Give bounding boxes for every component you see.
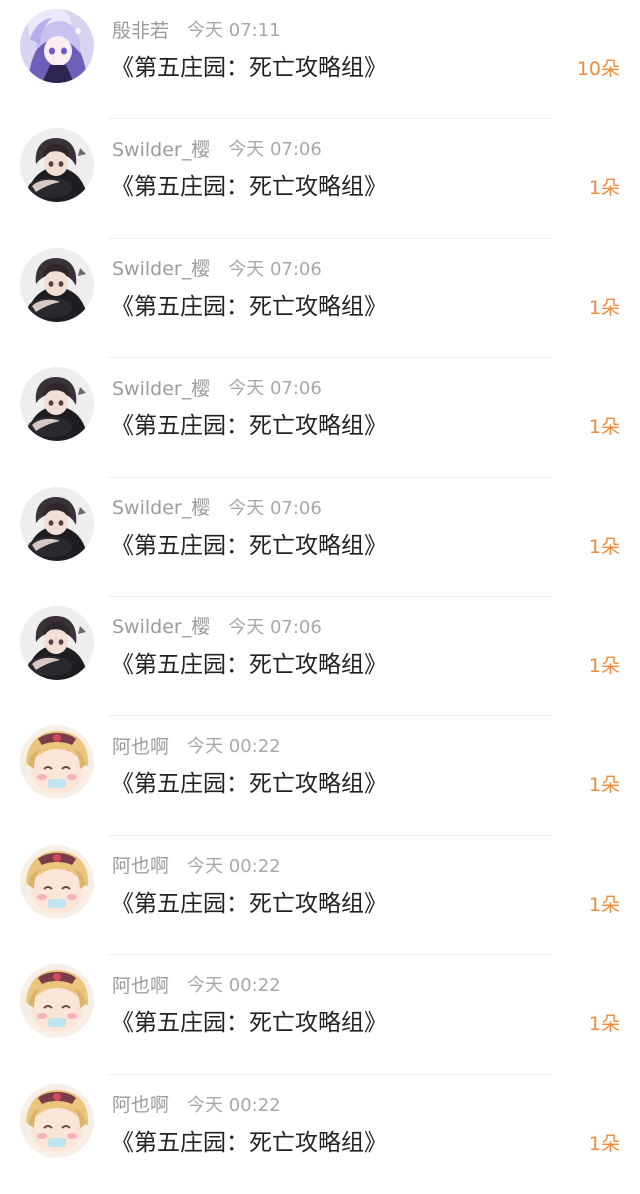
list-item[interactable]: Swilder_樱 今天 07:06 《第五庄园：死亡攻略组》 1朵	[0, 119, 640, 240]
book-title[interactable]: 《第五庄园：死亡攻略组》	[111, 1123, 387, 1157]
flower-count: 1朵	[588, 416, 620, 439]
flower-count: 1朵	[588, 1132, 620, 1155]
avatar-image	[20, 128, 94, 202]
flower-count: 1朵	[588, 296, 620, 319]
flower-count: 1朵	[588, 1013, 620, 1036]
list-item[interactable]: Swilder_樱 今天 07:06 《第五庄园：死亡攻略组》 1朵	[0, 478, 640, 598]
list-item[interactable]: Swilder_樱 今天 07:06 《第五庄园：死亡攻略组》 1朵	[0, 358, 640, 478]
row-meta: Swilder_樱 今天 07:06	[112, 374, 322, 400]
row-meta: Swilder_樱 今天 07:06	[112, 613, 322, 639]
flower-count: 10朵	[576, 58, 620, 80]
book-title[interactable]: 《第五庄园：死亡攻略组》	[111, 884, 387, 918]
username[interactable]: Swilder_樱	[112, 135, 210, 162]
timestamp: 今天 07:06	[228, 378, 322, 400]
timestamp: 今天 00:22	[187, 975, 281, 997]
flower-count: 1朵	[588, 774, 620, 797]
avatar[interactable]	[20, 606, 94, 680]
timestamp: 今天 00:22	[187, 1094, 281, 1116]
username[interactable]: Swilder_樱	[112, 612, 210, 639]
row-meta: 阿也啊 今天 00:22	[112, 1091, 281, 1117]
row-meta: 阿也啊 今天 00:22	[112, 732, 281, 758]
timestamp: 今天 07:11	[187, 20, 281, 41]
avatar[interactable]	[20, 845, 94, 919]
list-item[interactable]: 阿也啊 今天 00:22 《第五庄园：死亡攻略组》 1朵	[0, 955, 640, 1075]
flower-count: 1朵	[588, 177, 620, 200]
username[interactable]: 阿也啊	[112, 732, 169, 759]
timestamp: 今天 07:06	[228, 616, 322, 638]
book-title[interactable]: 《第五庄园：死亡攻略组》	[111, 1003, 387, 1037]
avatar-image	[20, 964, 94, 1038]
row-meta: Swilder_樱 今天 07:06	[112, 135, 322, 161]
avatar-image	[20, 1084, 94, 1158]
book-title[interactable]: 《第五庄园：死亡攻略组》	[111, 764, 387, 798]
timestamp: 今天 07:06	[228, 139, 322, 161]
row-meta: 阿也啊 今天 00:22	[112, 971, 281, 997]
book-title[interactable]: 《第五庄园：死亡攻略组》	[111, 645, 387, 679]
username[interactable]: 阿也啊	[112, 1090, 169, 1117]
flower-count: 1朵	[588, 654, 620, 677]
username[interactable]: 殷非若	[112, 16, 169, 43]
avatar-image	[20, 367, 94, 441]
flower-count: 1朵	[588, 893, 620, 916]
timestamp: 今天 00:22	[187, 855, 281, 877]
avatar-image	[20, 606, 94, 680]
gift-record-list: 殷非若 今天 07:11 《第五庄园：死亡攻略组》 10朵 Swilder_樱 …	[0, 0, 640, 1174]
avatar[interactable]	[20, 248, 94, 322]
row-meta: Swilder_樱 今天 07:06	[112, 494, 322, 520]
list-item[interactable]: 阿也啊 今天 00:22 《第五庄园：死亡攻略组》 1朵	[0, 836, 640, 956]
list-item[interactable]: 阿也啊 今天 00:22 《第五庄园：死亡攻略组》 1朵	[0, 716, 640, 837]
list-item[interactable]: Swilder_樱 今天 07:06 《第五庄园：死亡攻略组》 1朵	[0, 597, 640, 717]
avatar[interactable]	[20, 1084, 94, 1158]
username[interactable]: 阿也啊	[112, 851, 169, 878]
avatar[interactable]	[20, 725, 94, 799]
avatar[interactable]	[20, 367, 94, 441]
avatar-image	[20, 845, 94, 919]
book-title[interactable]: 《第五庄园：死亡攻略组》	[111, 167, 387, 201]
book-title[interactable]: 《第五庄园：死亡攻略组》	[111, 48, 387, 82]
list-item[interactable]: 阿也啊 今天 00:22 《第五庄园：死亡攻略组》 1朵	[0, 1075, 640, 1194]
username[interactable]: Swilder_樱	[112, 254, 210, 281]
book-title[interactable]: 《第五庄园：死亡攻略组》	[111, 287, 387, 321]
timestamp: 今天 00:22	[187, 736, 281, 758]
avatar-image	[20, 725, 94, 799]
avatar-image	[20, 487, 94, 561]
avatar-image	[20, 248, 94, 322]
avatar[interactable]	[20, 128, 94, 202]
row-meta: Swilder_樱 今天 07:06	[112, 255, 322, 281]
username[interactable]: 阿也啊	[112, 971, 169, 998]
book-title[interactable]: 《第五庄园：死亡攻略组》	[111, 526, 387, 560]
username[interactable]: Swilder_樱	[112, 493, 210, 520]
timestamp: 今天 07:06	[228, 258, 322, 280]
list-item[interactable]: Swilder_樱 今天 07:06 《第五庄园：死亡攻略组》 1朵	[0, 239, 640, 359]
avatar[interactable]	[20, 964, 94, 1038]
row-meta: 阿也啊 今天 00:22	[112, 852, 281, 878]
row-meta: 殷非若 今天 07:11	[112, 16, 281, 42]
list-item[interactable]: 殷非若 今天 07:11 《第五庄园：死亡攻略组》 10朵	[0, 0, 640, 120]
timestamp: 今天 07:06	[228, 497, 322, 519]
avatar[interactable]	[20, 487, 94, 561]
avatar[interactable]	[20, 9, 94, 83]
book-title[interactable]: 《第五庄园：死亡攻略组》	[111, 406, 387, 440]
avatar-image	[20, 9, 94, 83]
flower-count: 1朵	[588, 535, 620, 558]
username[interactable]: Swilder_樱	[112, 374, 210, 401]
